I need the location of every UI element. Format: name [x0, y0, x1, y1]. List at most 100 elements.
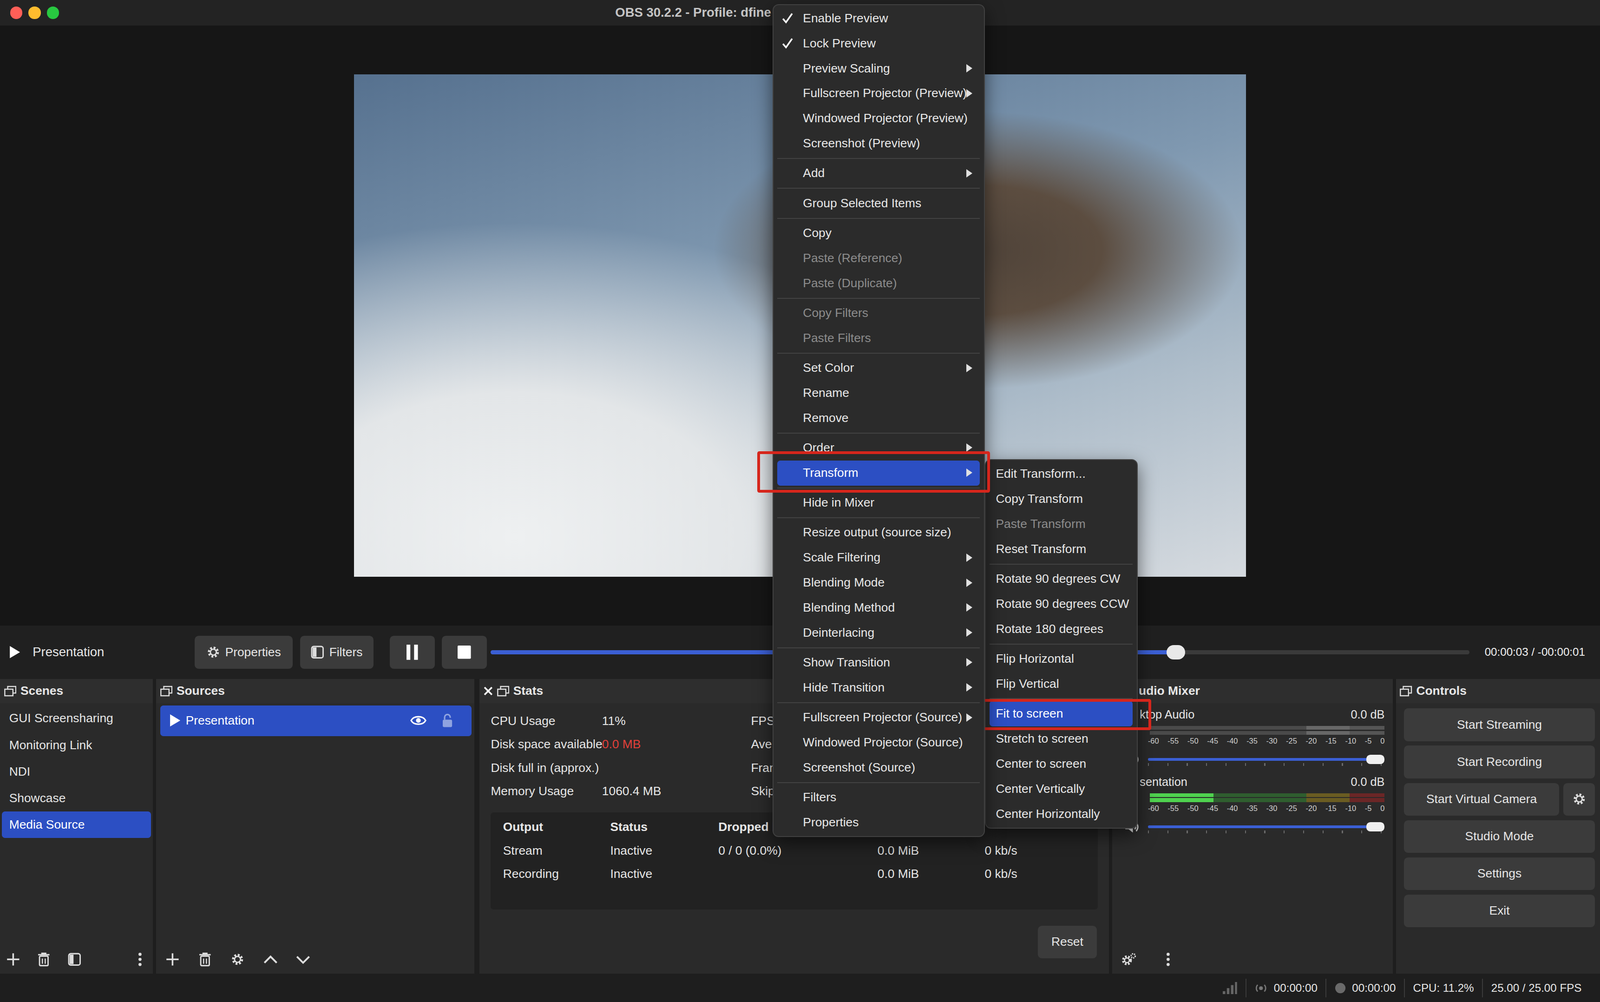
menu-label: Edit Transform...	[995, 466, 1086, 482]
move-down-button[interactable]	[291, 947, 315, 971]
menu-item[interactable]: Transform	[777, 460, 980, 486]
menu-item[interactable]: Windowed Projector (Source)	[777, 729, 980, 755]
menu-item[interactable]: Blending Method	[777, 595, 980, 621]
more-button[interactable]	[128, 947, 151, 971]
submenu-arrow-icon	[966, 443, 973, 452]
scale-tick: -5	[1364, 736, 1372, 746]
close-button[interactable]	[10, 6, 23, 19]
pause-button[interactable]	[389, 635, 435, 669]
control-button[interactable]: Exit	[1403, 894, 1595, 927]
move-up-button[interactable]	[259, 947, 282, 971]
mixer-toolbar	[1112, 944, 1393, 974]
gear-button[interactable]	[226, 947, 250, 971]
submenu-arrow-icon	[966, 628, 973, 637]
menu-item[interactable]: Fullscreen Projector (Source)	[777, 704, 980, 730]
menu-item[interactable]: Filters	[777, 784, 980, 810]
meter-zone	[1349, 730, 1385, 735]
control-button[interactable]: Studio Mode	[1403, 819, 1595, 853]
menu-label: Blending Method	[802, 600, 895, 616]
channel-reading: 0.0 dB	[1350, 774, 1385, 789]
menu-item[interactable]: Edit Transform...	[989, 461, 1133, 487]
close-icon[interactable]	[483, 686, 493, 696]
menu-item[interactable]: Add	[777, 160, 980, 186]
filters-button[interactable]: Filters	[300, 635, 374, 669]
separator-line	[777, 647, 980, 649]
volume-slider[interactable]	[1147, 757, 1385, 761]
menu-item[interactable]: Rename	[777, 380, 980, 406]
menu-item[interactable]: Order	[777, 435, 980, 461]
controls-body: Start Streaming Start Recording Start Virt…	[1396, 702, 1600, 974]
menu-item[interactable]: Rotate 90 degrees CCW	[989, 591, 1133, 617]
menu-item[interactable]: Enable Preview	[777, 6, 980, 32]
visibility-eye-icon[interactable]	[410, 714, 427, 727]
menu-item[interactable]: Reset Transform	[989, 536, 1133, 562]
menu-item[interactable]: Set Color	[777, 355, 980, 381]
add-button[interactable]	[161, 947, 184, 971]
control-button[interactable]: Start Virtual Camera	[1403, 782, 1560, 816]
scene-item[interactable]: NDI	[1, 758, 151, 785]
menu-item[interactable]: Hide in Mixer	[777, 490, 980, 516]
menu-item[interactable]: Lock Preview	[777, 31, 980, 57]
scene-item[interactable]: Showcase	[1, 784, 151, 812]
mixer-settings-button[interactable]	[1117, 947, 1140, 971]
menu-item[interactable]: Resize output (source size)	[777, 519, 980, 545]
scene-item[interactable]: Media Source	[1, 811, 151, 838]
menu-label: Fullscreen Projector (Preview)	[802, 85, 967, 101]
zoom-button[interactable]	[46, 6, 60, 19]
control-button[interactable]: Start Streaming	[1403, 708, 1595, 741]
menu-item[interactable]: Scale Filtering	[777, 544, 980, 571]
volume-slider[interactable]	[1147, 825, 1385, 829]
menu-item[interactable]: Windowed Projector (Preview)	[777, 105, 980, 132]
menu-item[interactable]: Properties	[777, 809, 980, 835]
menu-item[interactable]: Hide Transition	[777, 675, 980, 701]
menu-item[interactable]: Screenshot (Source)	[777, 754, 980, 781]
menu-label: Filters	[802, 789, 837, 805]
menu-item[interactable]: Flip Horizontal	[989, 646, 1133, 672]
reset-button[interactable]: Reset	[1037, 925, 1097, 958]
properties-button[interactable]: Properties	[194, 635, 293, 669]
scene-item[interactable]: GUI Screensharing	[1, 705, 151, 732]
control-button[interactable]: Settings	[1403, 857, 1595, 890]
menu-item[interactable]: Flip Vertical	[989, 671, 1133, 697]
menu-item[interactable]: Center to screen	[989, 751, 1133, 777]
stop-button[interactable]	[441, 635, 487, 669]
dock-header: udio Mixer	[1112, 678, 1393, 704]
menu-item[interactable]: Group Selected Items	[777, 190, 980, 217]
menu-item[interactable]: Fullscreen Projector (Preview)	[777, 80, 980, 106]
menu-item[interactable]: Stretch to screen	[989, 726, 1133, 752]
menu-item[interactable]: Fit to screen	[989, 700, 1133, 726]
menu-item[interactable]: Rotate 180 degrees	[989, 616, 1133, 642]
dock-title: Scenes	[20, 683, 64, 699]
control-button[interactable]: Start Recording	[1403, 745, 1595, 778]
menu-item[interactable]: Copy	[777, 220, 980, 246]
menu-item[interactable]: Copy Transform	[989, 486, 1133, 512]
volume-handle[interactable]	[1366, 821, 1385, 832]
seek-handle[interactable]	[1166, 644, 1186, 660]
scene-item[interactable]: Monitoring Link	[1, 731, 151, 759]
dock-header: Scenes	[0, 678, 153, 704]
menu-separator	[777, 644, 980, 650]
source-item[interactable]: Presentation	[160, 705, 472, 736]
menu-item[interactable]: Preview Scaling	[777, 56, 980, 82]
play-icon	[169, 714, 181, 727]
menu-item[interactable]: Remove	[777, 405, 980, 431]
remove-button[interactable]	[32, 947, 55, 971]
more-button[interactable]	[1157, 947, 1180, 971]
remove-button[interactable]	[193, 947, 217, 971]
volume-handle[interactable]	[1366, 754, 1385, 764]
virtual-camera-settings-button[interactable]	[1563, 782, 1595, 816]
menu-item[interactable]: Center Vertically	[989, 776, 1133, 802]
menu-item[interactable]: Blending Mode	[777, 570, 980, 596]
menu-item[interactable]: Rotate 90 degrees CW	[989, 566, 1133, 592]
meter-zone	[1349, 725, 1385, 730]
lock-icon[interactable]	[441, 712, 453, 728]
filter-button[interactable]	[63, 947, 86, 971]
add-button[interactable]	[1, 947, 25, 971]
menu-item[interactable]: Center Horizontally	[989, 801, 1133, 827]
menu-label: Hide in Mixer	[802, 495, 875, 511]
menu-item[interactable]: Show Transition	[777, 649, 980, 676]
minimize-button[interactable]	[28, 6, 41, 19]
menu-item[interactable]: Screenshot (Preview)	[777, 131, 980, 157]
submenu-arrow-icon	[966, 169, 973, 178]
menu-item[interactable]: Deinterlacing	[777, 620, 980, 646]
